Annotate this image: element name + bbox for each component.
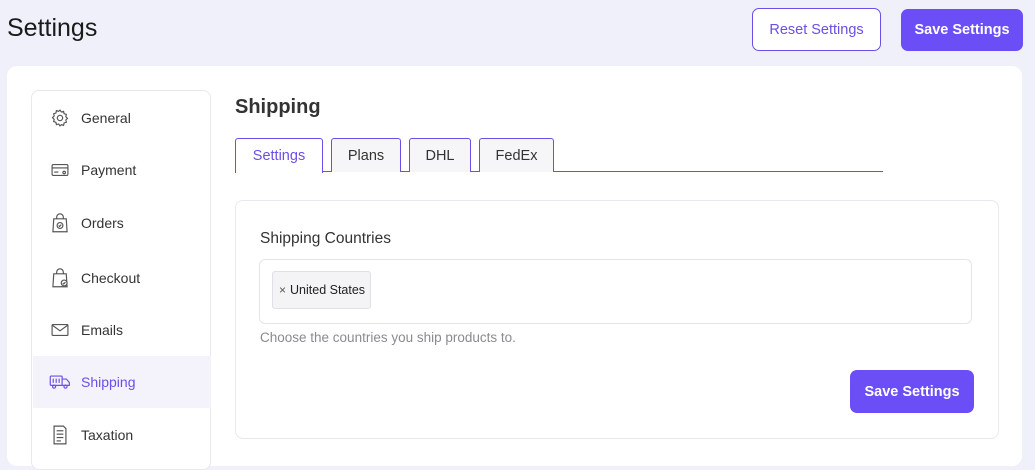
sidebar-item-label: Payment	[81, 162, 137, 178]
truck-icon	[49, 371, 71, 393]
sidebar-item-label: Shipping	[81, 374, 136, 390]
section-title: Shipping	[235, 96, 321, 118]
credit-card-icon	[49, 159, 71, 181]
page-title: Settings	[7, 14, 98, 42]
sidebar-item-general[interactable]: General	[33, 92, 211, 144]
sidebar-item-label: Taxation	[81, 427, 134, 443]
reset-settings-button[interactable]: Reset Settings	[752, 8, 881, 51]
tab-plans[interactable]: Plans	[331, 138, 401, 172]
bag-check-icon	[49, 267, 71, 289]
sidebar-item-payment[interactable]: Payment	[33, 144, 211, 196]
help-text: Choose the countries you ship products t…	[260, 330, 516, 345]
panel-save-settings-button[interactable]: Save Settings	[850, 370, 974, 413]
sidebar-item-label: Orders	[81, 215, 124, 231]
sidebar-item-orders[interactable]: Orders	[33, 197, 211, 249]
settings-sidebar: General Payment Orders Checkout Emails S…	[31, 90, 211, 470]
receipt-icon	[49, 424, 71, 446]
remove-chip-icon[interactable]: ×	[279, 283, 286, 297]
sidebar-item-label: Emails	[81, 322, 124, 338]
tab-fedex[interactable]: FedEx	[479, 138, 554, 172]
save-settings-button[interactable]: Save Settings	[901, 9, 1023, 51]
country-chip: × United States	[272, 271, 371, 309]
sidebar-item-label: Checkout	[81, 270, 141, 286]
envelope-icon	[49, 319, 71, 341]
shopping-bag-check-icon	[49, 212, 71, 234]
tab-dhl[interactable]: DHL	[409, 138, 471, 172]
sidebar-item-emails[interactable]: Emails	[33, 304, 211, 356]
sidebar-item-shipping[interactable]: Shipping	[33, 356, 211, 408]
top-bar: Settings Reset Settings Save Settings	[0, 0, 1035, 66]
sidebar-item-taxation[interactable]: Taxation	[33, 409, 211, 461]
sidebar-item-label: General	[81, 110, 131, 126]
gear-icon	[49, 107, 71, 129]
country-chip-label: United States	[290, 283, 366, 297]
sidebar-item-checkout[interactable]: Checkout	[33, 252, 211, 304]
shipping-countries-label: Shipping Countries	[260, 230, 391, 247]
tab-settings[interactable]: Settings	[235, 138, 323, 173]
